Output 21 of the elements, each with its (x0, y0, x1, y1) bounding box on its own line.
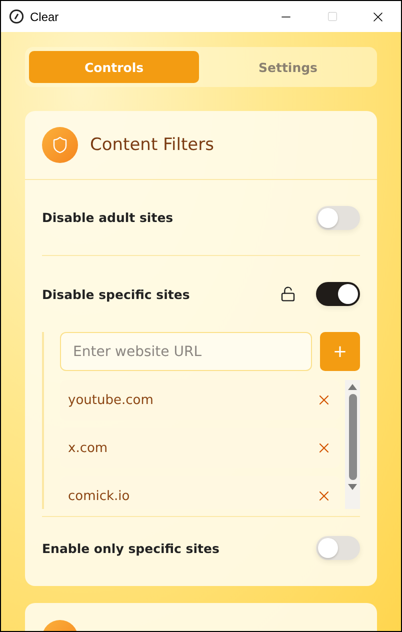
setting-label: Enable only specific sites (42, 540, 220, 556)
toggle-switch[interactable] (316, 536, 360, 560)
tab[interactable]: Controls (29, 51, 199, 83)
scroll-down-icon[interactable] (348, 484, 357, 490)
toggle-switch[interactable] (316, 206, 360, 230)
setting-label: Disable specific sites (42, 286, 191, 302)
window-title: Clear (30, 10, 60, 24)
site-url: youtube.com (68, 392, 154, 408)
site-url: comick.io (68, 488, 131, 504)
url-input-field[interactable]: Enter website URL (60, 332, 312, 371)
unlock-icon[interactable] (280, 286, 296, 302)
card-title: Content Filters (90, 135, 214, 155)
add-button[interactable]: + (320, 332, 360, 371)
tab[interactable]: Settings (203, 51, 373, 83)
toggle-switch[interactable] (316, 282, 360, 306)
scrollbar[interactable] (345, 380, 360, 509)
setting-label: Disable adult sites (42, 210, 174, 225)
shield-icon (42, 127, 78, 163)
app-logo-icon (9, 9, 24, 24)
site-url: x.com (68, 440, 109, 456)
scroll-up-icon[interactable] (348, 384, 357, 390)
